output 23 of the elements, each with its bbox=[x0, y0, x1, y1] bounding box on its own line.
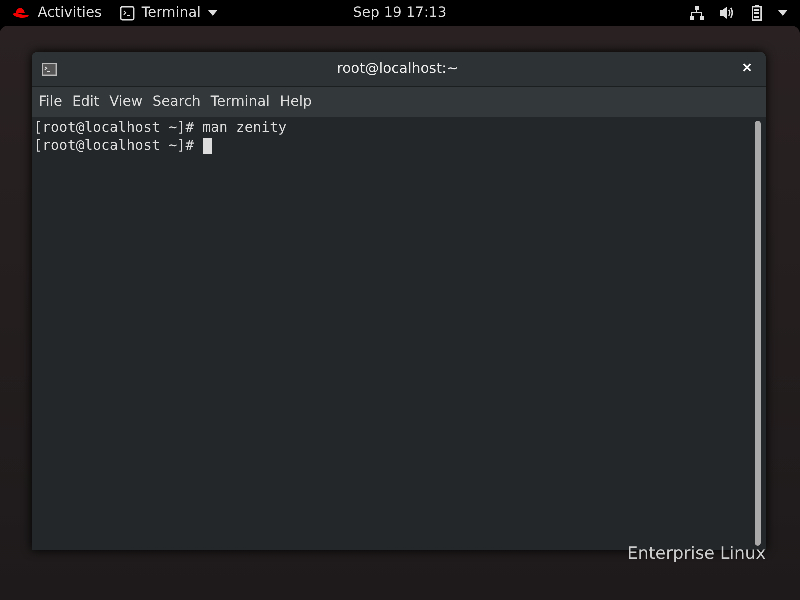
menu-item[interactable]: File bbox=[34, 94, 68, 110]
clock[interactable]: Sep 19 17:13 bbox=[353, 5, 447, 21]
volume-icon[interactable] bbox=[720, 6, 736, 20]
menu-item[interactable]: Terminal bbox=[206, 94, 276, 110]
menu-item[interactable]: Edit bbox=[67, 94, 105, 110]
terminal-icon bbox=[42, 62, 57, 76]
cursor bbox=[202, 138, 212, 154]
activities-button[interactable]: Activities bbox=[12, 5, 102, 21]
terminal-line: [root@localhost ~]# man zenity bbox=[34, 119, 287, 137]
menu-item[interactable]: Search bbox=[148, 94, 206, 110]
terminal-icon bbox=[120, 6, 135, 20]
scrollbar[interactable] bbox=[755, 121, 761, 546]
network-icon[interactable] bbox=[690, 6, 704, 20]
caret-icon[interactable] bbox=[778, 10, 788, 16]
close-button[interactable]: × bbox=[738, 60, 756, 78]
caret-icon bbox=[208, 10, 218, 16]
menu-item[interactable]: View bbox=[104, 94, 148, 110]
terminal-line: [root@localhost ~]# bbox=[34, 137, 196, 155]
hat-icon bbox=[12, 7, 30, 19]
app-menu[interactable]: Terminal bbox=[120, 5, 218, 21]
window-title: root@localhost:~ bbox=[336, 61, 460, 77]
menu-item[interactable]: Help bbox=[275, 94, 317, 110]
battery-icon[interactable] bbox=[752, 5, 762, 21]
